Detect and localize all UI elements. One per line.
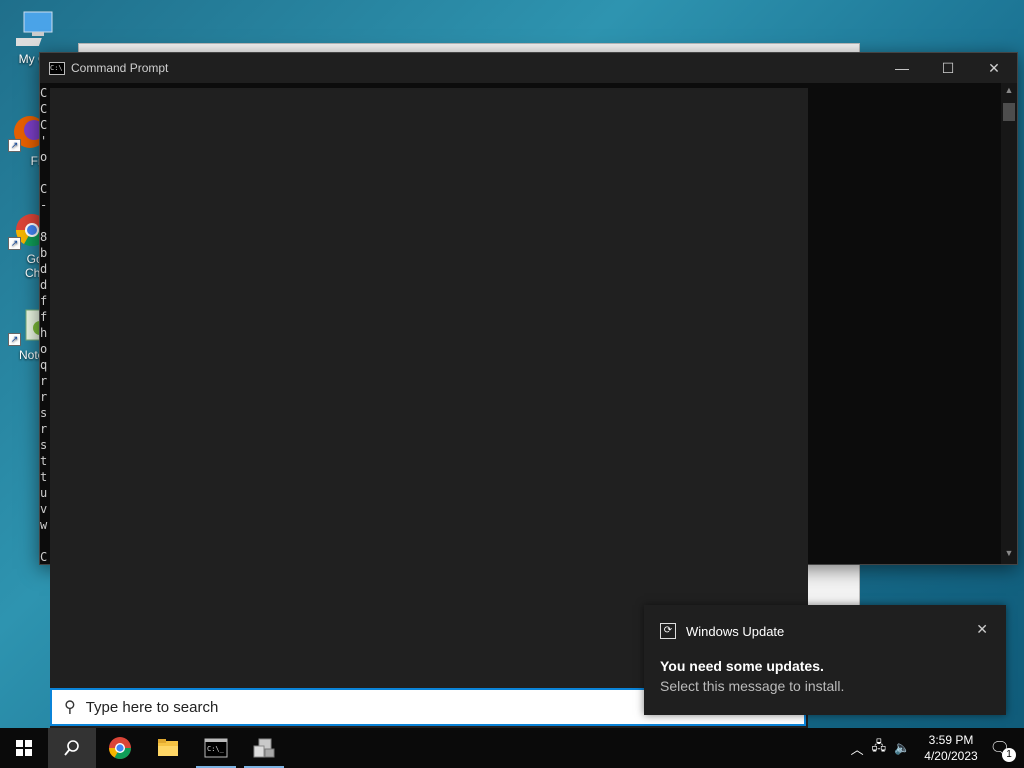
taskbar-file-explorer[interactable]	[144, 728, 192, 768]
notification-close-button[interactable]: ✕	[976, 621, 988, 638]
start-icon	[16, 740, 32, 756]
notification-heading: You need some updates.	[660, 658, 824, 674]
show-hidden-icons-chevron-icon[interactable]: ︿	[851, 739, 864, 758]
network-app-icon	[253, 738, 275, 758]
chrome-icon	[109, 737, 131, 759]
command-prompt-icon: C:\	[49, 61, 65, 75]
scrollbar-thumb[interactable]	[1003, 103, 1015, 121]
taskbar: C:\_ ︿ 🖧 🔈 3:59 PM 4/20/2023 🗨 1	[0, 728, 1024, 768]
windows-update-icon: ⟳	[660, 623, 676, 639]
console-text: C C C ' o C - 8 b d d f f h o q r r s r …	[40, 86, 48, 564]
taskbar-command-prompt[interactable]: C:\_	[192, 728, 240, 768]
system-tray: ︿ 🖧 🔈 3:59 PM 4/20/2023 🗨 1	[847, 728, 1024, 768]
notification-body: Select this message to install.	[660, 678, 845, 694]
search-icon	[64, 740, 79, 756]
scroll-down-icon[interactable]: ▼	[1001, 548, 1017, 562]
file-explorer-icon	[158, 739, 178, 756]
computer-icon	[6, 10, 56, 50]
command-prompt-icon: C:\_	[204, 738, 228, 758]
minimize-button[interactable]: —	[879, 53, 925, 83]
search-icon: ⚲	[64, 699, 76, 716]
vertical-scrollbar[interactable]: ▲ ▼	[1001, 83, 1017, 564]
maximize-button[interactable]: ☐	[925, 53, 971, 83]
notification-count-badge: 1	[1002, 748, 1016, 762]
action-center-button[interactable]: 🗨 1	[990, 738, 1016, 762]
shortcut-arrow-icon: ↗	[8, 139, 21, 152]
title-bar[interactable]: C:\ Command Prompt — ☐ ✕	[40, 53, 1017, 83]
clock-time: 3:59 PM	[928, 733, 974, 747]
volume-icon[interactable]: 🔈	[894, 740, 910, 756]
network-icon[interactable]: 🖧	[872, 737, 887, 759]
windows-update-notification[interactable]: ⟳ Windows Update ✕ You need some updates…	[644, 605, 1006, 715]
taskbar-network-app[interactable]	[240, 728, 288, 768]
taskbar-search-button[interactable]	[48, 728, 96, 768]
search-input[interactable]	[83, 697, 628, 717]
start-button[interactable]	[0, 728, 48, 768]
notification-app-name: Windows Update	[686, 623, 785, 639]
window-title: Command Prompt	[71, 61, 169, 75]
clock[interactable]: 3:59 PM 4/20/2023	[924, 732, 977, 764]
scroll-up-icon[interactable]: ▲	[1001, 85, 1017, 99]
shortcut-arrow-icon: ↗	[8, 237, 21, 250]
clock-date: 4/20/2023	[924, 749, 978, 763]
taskbar-chrome[interactable]	[96, 728, 144, 768]
close-button[interactable]: ✕	[971, 53, 1017, 83]
notification-header: ⟳ Windows Update	[660, 623, 784, 639]
shortcut-arrow-icon: ↗	[8, 333, 21, 346]
svg-text:C:\_: C:\_	[207, 745, 225, 753]
